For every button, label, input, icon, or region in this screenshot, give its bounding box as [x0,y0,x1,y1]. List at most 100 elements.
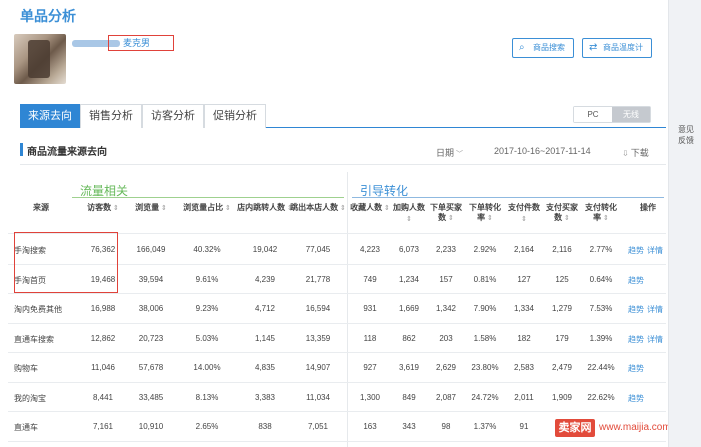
sort-icon[interactable]: ⇕ [223,205,231,212]
col-header-paid-buyers[interactable]: 支付买家数 ⇕ [544,203,580,224]
col-header-label: 浏览量占比 [183,203,224,212]
cell-visitors: 16,988 [90,304,116,313]
sort-icon[interactable]: ⇕ [601,215,609,222]
cell-paid-buyers: 179 [555,333,569,343]
col-header-visitors[interactable]: 访客数 ⇕ [80,203,126,214]
cell-visitors: 7,161 [92,422,114,431]
col-header-order-conv[interactable]: 下单转化率 ⇕ [466,203,504,224]
col-header-ops: 操作 [628,203,668,213]
cell-order-conv: 1.58% [473,333,497,343]
period-label: 日期 [436,148,455,158]
trend-link[interactable]: 趋势 [628,276,644,285]
trend-link[interactable]: 趋势 [628,246,644,255]
cell-exit: 14,907 [305,363,331,372]
sort-icon[interactable]: ⇕ [159,205,167,212]
tab-promotion[interactable]: 促销分析 [204,104,266,128]
trend-link[interactable]: 趋势 [628,305,644,314]
tab-source[interactable]: 来源去向 [20,104,80,128]
cell-cart: 3,619 [398,363,420,372]
product-search-button[interactable]: ⌕ 商品搜索 [512,38,574,58]
feedback-button[interactable]: 意见 反馈 [678,124,694,146]
col-header-label: 支付件数 [508,203,540,212]
cell-source: 直通车 [14,423,38,432]
col-header-order-buyers[interactable]: 下单买家数 ⇕ [428,203,464,224]
col-header-label: 来源 [33,203,49,212]
sort-icon[interactable]: ⇕ [111,205,119,212]
cell-paid-buyers: 2,116 [552,245,572,254]
cell-order-buyers: 2,087 [435,392,457,402]
feedback-line-1: 意见 [678,125,694,134]
col-header-in-store-jump[interactable]: 店内跳转人数 ⇕ [236,203,294,214]
cell-exit: 11,034 [306,392,330,402]
date-range[interactable]: 2017-10-16~2017-11-14 [494,146,591,156]
cell-pv-share: 5.03% [195,333,219,343]
cell-favorites: 749 [363,274,377,284]
cell-paid-conv: 0.64% [589,274,613,284]
col-header-exit[interactable]: 跳出本店人数 ⇕ [290,203,346,214]
detail-link[interactable]: 详情 [647,305,663,314]
col-header-label: 浏览量 [135,203,160,212]
cell-paid-buyers: 1,909 [551,392,573,402]
row-actions: 趋势 [628,363,647,374]
device-toggle: PC 无线 [573,106,651,123]
row-actions: 趋势 详情 [628,245,663,256]
col-header-cart[interactable]: 加购人数 ⇕ [392,203,426,225]
cell-pv-share: 9.61% [195,274,219,284]
group-traffic-underline [72,197,344,198]
product-benchmark-button[interactable]: ⇄ 商品温度计 [582,38,652,58]
sort-icon[interactable]: ⇕ [562,215,570,222]
sort-icon[interactable]: ⇕ [382,205,390,212]
sort-icon[interactable]: ⇕ [485,215,493,222]
device-pc-button[interactable]: PC [574,107,612,122]
cell-visitors: 11,046 [91,363,115,372]
trend-link[interactable]: 趋势 [628,394,644,403]
cell-source: 直通车搜索 [14,334,54,344]
group-divider [347,172,348,447]
product-image[interactable] [14,34,66,84]
chevron-down-icon: ﹀ [456,151,464,158]
col-header-pageviews[interactable]: 浏览量 ⇕ [128,203,174,214]
cell-order-buyers: 2,629 [435,363,457,372]
download-icon: ⇩ [622,149,629,158]
trend-link[interactable]: 趋势 [628,335,644,344]
cell-in-store-jump: 4,835 [254,363,276,372]
period-select[interactable]: 日期 ﹀ [436,146,463,159]
cell-paid-items: 127 [517,274,531,284]
detail-link[interactable]: 详情 [647,246,663,255]
row-divider [8,440,666,442]
col-header-label: 访客数 [87,203,112,212]
sort-icon[interactable]: ⇕ [338,205,346,212]
cell-favorites: 163 [363,422,377,431]
cell-order-conv: 0.81% [473,274,497,284]
row-divider [8,322,666,324]
col-header-paid-items[interactable]: 支付件数 ⇕ [506,203,542,225]
cell-paid-conv: 1.39% [589,333,613,343]
cell-exit: 21,778 [305,274,331,284]
row-actions: 趋势 [628,393,647,404]
cell-in-store-jump: 4,712 [254,304,276,313]
tab-visitors[interactable]: 访客分析 [142,104,204,128]
cell-cart: 343 [402,422,416,431]
cell-pageviews: 10,910 [138,422,164,431]
search-icon: ⌕ [519,42,525,53]
col-header-paid-conv[interactable]: 支付转化率 ⇕ [582,203,620,224]
cell-paid-buyers: 1,279 [551,304,573,313]
device-wireless-button[interactable]: 无线 [612,107,650,122]
sort-icon[interactable]: ⇕ [521,216,527,223]
cell-order-buyers: 1,342 [435,304,457,313]
tab-sales[interactable]: 销售分析 [80,104,142,128]
download-button[interactable]: ⇩ 下载 [622,146,649,159]
shop-name[interactable]: 麦克男 [108,35,174,51]
detail-link[interactable]: 详情 [647,335,663,344]
sort-icon[interactable]: ⇕ [446,215,454,222]
col-header-pv-share[interactable]: 浏览量占比 ⇕ [178,203,236,214]
cell-pageviews: 33,485 [138,392,164,402]
sort-icon[interactable]: ⇕ [406,216,412,223]
col-header-favorites[interactable]: 收藏人数 ⇕ [350,203,390,214]
cell-pageviews: 39,594 [138,274,164,284]
cell-order-buyers: 203 [439,333,453,343]
page-title: 单品分析 [20,8,76,24]
section-title: 商品流量来源去向 [27,147,107,158]
trend-link[interactable]: 趋势 [628,364,644,373]
cell-pageviews: 166,049 [136,245,166,254]
